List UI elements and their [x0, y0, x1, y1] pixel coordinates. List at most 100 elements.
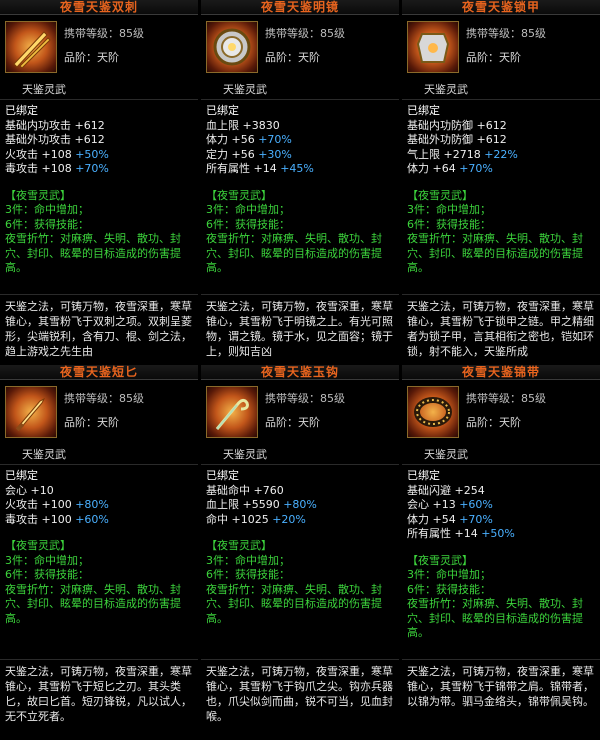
item-card-dual-daggers: 夜雪天鉴双刺 携带等级：85级 品阶：天阶 天鉴灵武 已绑定 基础内功攻击 +6… — [0, 0, 198, 375]
item-title: 夜雪天鉴明镜 — [201, 0, 399, 15]
level-label: 携带等级： — [466, 392, 521, 405]
attr-row: 基础命中 +760 — [206, 483, 284, 497]
attr-row: 体力 +54 +70% — [407, 512, 493, 526]
set-bonus-6: 6件：获得技能： — [206, 217, 290, 231]
series-title: 天鉴灵武 — [22, 83, 66, 96]
set-name: 【夜雪灵武】 — [407, 553, 473, 567]
item-title: 夜雪天鉴锁甲 — [402, 0, 600, 15]
belt-icon[interactable] — [407, 386, 459, 438]
grade-label: 品阶： — [265, 51, 298, 64]
level-value: 85级 — [521, 392, 546, 405]
level-label: 携带等级： — [265, 27, 320, 40]
series-title: 天鉴灵武 — [22, 448, 66, 461]
attr-row: 火攻击 +108 +50% — [5, 147, 109, 161]
grade-label: 品阶： — [265, 416, 298, 429]
lore-text: 天鉴之法，可铸万物，夜雪深重，寒草锥心，其雪粉飞于短匕之刃。其头类匕，故曰匕首。… — [5, 665, 192, 723]
item-card-jade-hook: 夜雪天鉴玉钩 携带等级：85级 品阶：天阶 天鉴灵武 已绑定 基础命中 +760… — [201, 365, 399, 740]
bound-status: 已绑定 — [206, 104, 239, 117]
set-bonus-6: 6件：获得技能： — [407, 582, 491, 596]
item-title: 夜雪天鉴玉钩 — [201, 365, 399, 380]
set-name: 【夜雪灵武】 — [206, 188, 272, 202]
attr-row: 定力 +56 +30% — [206, 147, 292, 161]
attr-row: 体力 +56 +70% — [206, 133, 292, 146]
attr-row: 命中 +1025 +20% — [206, 512, 306, 526]
lore-text: 天鉴之法，可铸万物，夜雪深重，寒草锥心，其雪粉飞于明镜之上。有光可照物，谓之镜。… — [206, 300, 393, 358]
item-card-belt: 夜雪天鉴锦带 携带等级：85级 品阶：天阶 天鉴灵武 已绑定 基础闪避 +254… — [402, 365, 600, 740]
set-bonus-6: 6件：获得技能： — [206, 568, 290, 581]
level-value: 85级 — [320, 27, 345, 40]
set-name: 【夜雪灵武】 — [5, 188, 71, 202]
lore-text: 天鉴之法，可铸万物，夜雪深重，寒草锥心，其雪粉飞于锁甲之链。甲之精细者为锁子甲，… — [407, 300, 594, 358]
item-card-armor: 夜雪天鉴锁甲 携带等级：85级 品阶：天阶 天鉴灵武 已绑定 基础内功防御 +6… — [402, 0, 600, 375]
grade-value: 天阶 — [298, 416, 320, 429]
jade-hook-icon[interactable] — [206, 386, 258, 438]
set-skill: 夜雪折竹：对麻痹、失明、散功、封穴、封印、眩晕的目标造成的伤害提高。 — [407, 597, 583, 639]
set-skill: 夜雪折竹：对麻痹、失明、散功、封穴、封印、眩晕的目标造成的伤害提高。 — [407, 232, 583, 274]
attr-row: 毒攻击 +100 +60% — [5, 512, 109, 526]
attr-row: 体力 +64 +70% — [407, 162, 493, 175]
set-bonus-6: 6件：获得技能： — [407, 217, 491, 231]
grade-value: 天阶 — [97, 51, 119, 64]
set-bonus-6: 6件：获得技能： — [5, 217, 89, 231]
attr-row: 火攻击 +100 +80% — [5, 498, 109, 511]
set-bonus-3: 3件：命中增加； — [407, 203, 491, 216]
series-title: 天鉴灵武 — [223, 83, 267, 96]
attr-row: 会心 +13 +60% — [407, 498, 493, 511]
set-name: 【夜雪灵武】 — [407, 188, 473, 202]
set-bonus-3: 3件：命中增加； — [206, 553, 290, 567]
level-label: 携带等级： — [64, 392, 119, 405]
level-label: 携带等级： — [64, 27, 119, 40]
set-bonus-3: 3件：命中增加； — [407, 568, 491, 581]
attr-row: 会心 +10 — [5, 483, 54, 497]
attr-row: 基础内功防御 +612 — [407, 118, 507, 132]
set-bonus-3: 3件：命中增加； — [5, 203, 89, 216]
grade-label: 品阶： — [64, 51, 97, 64]
level-value: 85级 — [119, 392, 144, 405]
attr-row: 所有属性 +14 +50% — [407, 527, 515, 540]
mirror-icon[interactable] — [206, 21, 258, 73]
attr-row: 基础内功攻击 +612 — [5, 118, 105, 132]
set-bonus-3: 3件：命中增加； — [5, 553, 89, 567]
set-skill: 夜雪折竹：对麻痹、失明、散功、封穴、封印、眩晕的目标造成的伤害提高。 — [5, 582, 181, 625]
attr-row: 气上限 +2718 +22% — [407, 147, 518, 161]
dual-daggers-icon[interactable] — [5, 21, 57, 73]
short-dagger-icon[interactable] — [5, 386, 57, 438]
grade-label: 品阶： — [466, 51, 499, 64]
set-bonus-6: 6件：获得技能： — [5, 568, 89, 581]
attr-row: 血上限 +5590 +80% — [206, 498, 317, 511]
lore-text: 天鉴之法，可铸万物，夜雪深重，寒草锥心，其雪粉飞于钩爪之尖。钩亦兵器也，爪尖似剑… — [206, 665, 393, 723]
grade-value: 天阶 — [499, 416, 521, 429]
bound-status: 已绑定 — [407, 104, 440, 117]
level-value: 85级 — [320, 392, 345, 405]
grade-label: 品阶： — [64, 416, 97, 429]
attr-row: 基础外功防御 +612 — [407, 133, 507, 146]
series-title: 天鉴灵武 — [223, 448, 267, 461]
level-value: 85级 — [119, 27, 144, 40]
series-title: 天鉴灵武 — [424, 83, 468, 96]
lore-text: 天鉴之法，可铸万物，夜雪深重，寒草锥心，其雪粉飞于锦带之肩。锦带者，以锦为带。驷… — [407, 665, 594, 708]
grade-value: 天阶 — [97, 416, 119, 429]
grade-label: 品阶： — [466, 416, 499, 429]
level-label: 携带等级： — [466, 27, 521, 40]
set-skill: 夜雪折竹：对麻痹、失明、散功、封穴、封印、眩晕的目标造成的伤害提高。 — [206, 582, 382, 625]
bound-status: 已绑定 — [407, 469, 440, 482]
lore-text: 天鉴之法，可铸万物，夜雪深重，寒草锥心，其雪粉飞于双刺之项。双刺呈菱形，尖端锐利… — [5, 300, 192, 358]
armor-icon[interactable] — [407, 21, 459, 73]
bound-status: 已绑定 — [5, 469, 38, 482]
series-title: 天鉴灵武 — [424, 448, 468, 461]
set-name: 【夜雪灵武】 — [206, 539, 272, 552]
bound-status: 已绑定 — [206, 469, 239, 482]
item-title: 夜雪天鉴双刺 — [0, 0, 198, 15]
grade-value: 天阶 — [499, 51, 521, 64]
attr-row: 血上限 +3830 — [206, 118, 280, 132]
level-value: 85级 — [521, 27, 546, 40]
set-name: 【夜雪灵武】 — [5, 539, 71, 552]
attr-row: 基础外功攻击 +612 — [5, 133, 105, 146]
attr-row: 毒攻击 +108 +70% — [5, 162, 109, 175]
level-label: 携带等级： — [265, 392, 320, 405]
attr-row: 基础闪避 +254 — [407, 483, 485, 497]
attr-row: 所有属性 +14 +45% — [206, 162, 314, 175]
grade-value: 天阶 — [298, 51, 320, 64]
bound-status: 已绑定 — [5, 104, 38, 117]
item-card-short-dagger: 夜雪天鉴短匕 携带等级：85级 品阶：天阶 天鉴灵武 已绑定 会心 +10 火攻… — [0, 365, 198, 740]
